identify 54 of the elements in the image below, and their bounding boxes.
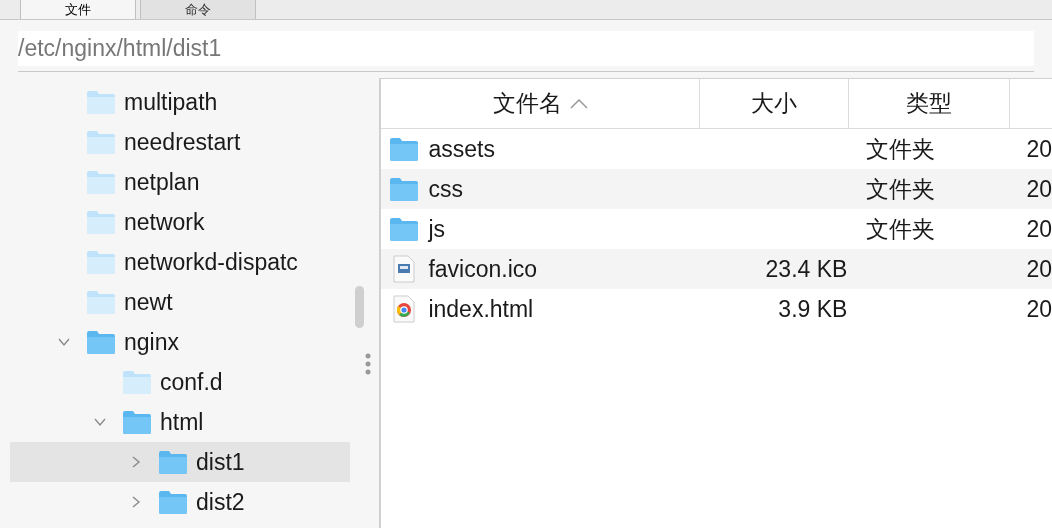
folder-name: html [160, 407, 204, 437]
browser-file-icon [393, 295, 416, 323]
folder-icon [86, 169, 116, 195]
folder-icon [86, 209, 116, 235]
file-date: 20 [1026, 135, 1052, 162]
tab[interactable]: 文件 [20, 0, 136, 19]
file-type: 文件夹 [866, 175, 936, 202]
folder-name: multipath [124, 87, 218, 117]
file-name: js [428, 214, 446, 244]
folder-icon [86, 89, 116, 115]
column-header[interactable]: 大小 [700, 79, 850, 128]
file-date: 20 [1026, 255, 1052, 282]
folder-icon [86, 249, 116, 275]
folder-name: network [124, 207, 205, 237]
file-name: favicon.ico [428, 254, 538, 284]
file-date: 20 [1026, 295, 1052, 322]
image-file-icon [393, 255, 416, 283]
file-size: 3.9 KB [778, 295, 848, 322]
folder-name: needrestart [124, 127, 241, 157]
folder-icon [158, 449, 188, 475]
folder-name: netplan [124, 167, 200, 197]
column-header[interactable]: 类型 [849, 79, 1011, 128]
tree-item[interactable]: dist1 [10, 442, 351, 482]
folder-icon [86, 289, 116, 315]
file-date: 20 [1026, 175, 1052, 202]
tab[interactable]: 命令 [140, 0, 256, 19]
file-size: 23.4 KB [765, 255, 848, 282]
file-name: index.html [428, 294, 534, 324]
file-row[interactable]: favicon.ico 23.4 KB 20 [381, 249, 1052, 289]
folder-icon [389, 176, 420, 202]
file-name: css [428, 174, 463, 204]
folder-icon [86, 329, 116, 355]
folder-icon [122, 409, 152, 435]
folder-name: nginx [124, 327, 179, 357]
sort-ascending-icon [569, 98, 588, 109]
folder-icon [389, 216, 420, 242]
folder-icon [389, 136, 420, 162]
file-type: 文件夹 [866, 135, 936, 162]
folder-icon [86, 129, 116, 155]
folder-name: networkd-dispatc [124, 247, 298, 277]
folder-name: dist1 [196, 447, 245, 477]
file-date: 20 [1026, 215, 1052, 242]
folder-name: dist2 [196, 487, 245, 517]
column-header[interactable]: 文件名 [381, 79, 701, 128]
file-row[interactable]: css 文件夹 20 [381, 169, 1052, 209]
path-field[interactable]: /etc/nginx/html/dist1 [18, 31, 1034, 66]
folder-icon [122, 369, 152, 395]
file-type: 文件夹 [866, 215, 936, 242]
folder-name: conf.d [160, 367, 223, 397]
scrollbar-thumb[interactable] [355, 286, 365, 328]
folder-icon [158, 489, 188, 515]
file-name: assets [428, 134, 495, 164]
splitter-handle-icon[interactable] [364, 352, 371, 376]
folder-name: newt [124, 287, 173, 317]
